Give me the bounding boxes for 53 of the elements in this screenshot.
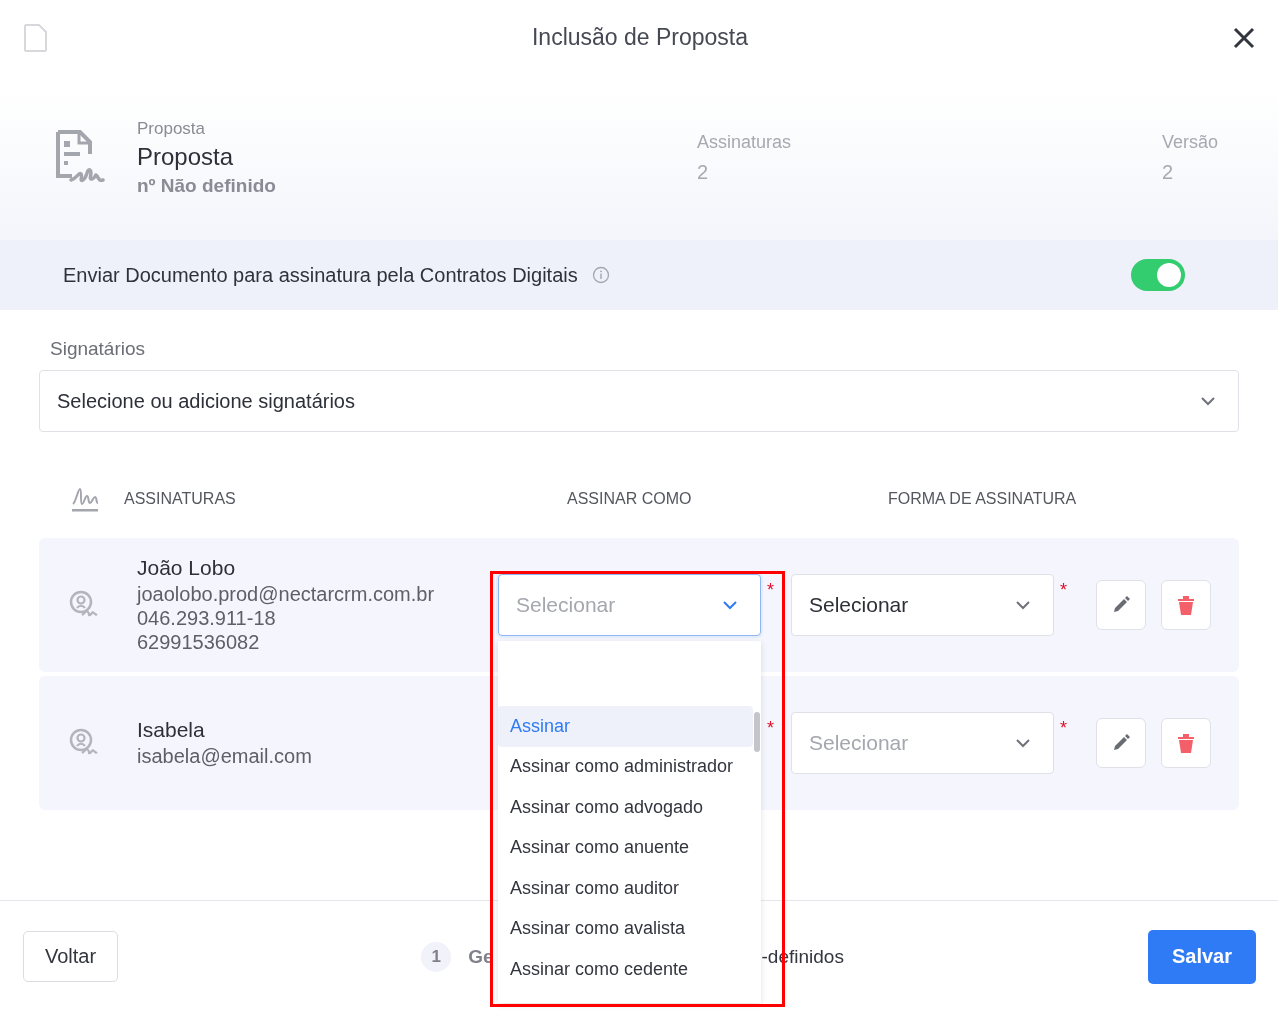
required-mark: * <box>767 579 775 601</box>
trash-icon <box>1176 732 1196 754</box>
signer-name: Isabela <box>137 718 206 742</box>
trash-icon <box>1176 594 1196 616</box>
signer-name: João Lobo <box>137 556 237 580</box>
delete-button[interactable] <box>1161 718 1211 768</box>
chevron-down-icon <box>1200 396 1216 406</box>
delete-button[interactable] <box>1161 580 1211 630</box>
stat-value: 2 <box>1161 160 1175 184</box>
stat-label: Versão <box>1161 131 1218 153</box>
signer-detail: isabela@email.com <box>137 744 313 768</box>
toggle-switch[interactable] <box>1131 259 1185 291</box>
scrollbar-thumb[interactable] <box>754 712 760 752</box>
dropdown-option[interactable]: Assinar como anuente <box>498 827 753 868</box>
dropdown-option[interactable]: Assinar como administrador <box>498 746 753 787</box>
info-icon <box>591 266 610 284</box>
required-mark: * <box>767 717 775 739</box>
chevron-down-icon <box>1015 738 1031 748</box>
dropdown-option[interactable]: Assinar como advogado <box>498 787 753 828</box>
dropdown-option[interactable]: Assinar como cedente <box>498 949 753 990</box>
stat-value: 2 <box>697 160 710 184</box>
document-type-label: Proposta <box>137 118 207 139</box>
column-header: ASSINATURAS <box>124 490 236 508</box>
field-label: Signatários <box>50 338 147 360</box>
select-field[interactable]: Selecionar <box>791 574 1054 636</box>
chevron-down-icon <box>722 600 738 610</box>
signer-detail: 046.293.911-18 <box>137 606 277 630</box>
signer-detail: 62991536082 <box>137 630 261 654</box>
column-header: ASSINAR COMO <box>567 490 693 508</box>
window-title: Inclusão de Proposta <box>531 24 749 51</box>
document-icon <box>24 23 48 52</box>
save-button[interactable]: Salvar <box>1147 929 1256 984</box>
column-header: FORMA DE ASSINATURA <box>888 490 1077 508</box>
close-button[interactable] <box>1232 25 1256 50</box>
dropdown-option[interactable]: Assinar <box>498 706 753 747</box>
toggle-label: Enviar Documento para assinatura pela Contratos Digitais <box>63 263 578 287</box>
stat-label: Assinaturas <box>697 131 792 153</box>
dropdown-option[interactable]: Assinar como auditor <box>498 868 753 909</box>
step-number: 1 <box>421 941 452 972</box>
document-number: nº Não definido <box>137 174 277 197</box>
signers-select[interactable]: Selecione ou adicione signatários <box>39 370 1239 432</box>
required-mark: * <box>1060 717 1068 739</box>
pencil-icon <box>1111 733 1131 753</box>
chevron-down-icon <box>1015 600 1031 610</box>
back-button[interactable]: Voltar <box>23 931 119 982</box>
signer-detail: joaolobo.prod@nectarcrm.com.br <box>137 582 436 606</box>
dropdown-option[interactable]: Assinar como avalista <box>498 908 753 949</box>
edit-button[interactable] <box>1096 580 1146 630</box>
required-mark: * <box>1060 579 1068 601</box>
edit-button[interactable] <box>1096 718 1146 768</box>
pencil-icon <box>1111 595 1131 615</box>
document-name: Proposta <box>137 142 235 171</box>
signature-icon <box>70 485 100 513</box>
